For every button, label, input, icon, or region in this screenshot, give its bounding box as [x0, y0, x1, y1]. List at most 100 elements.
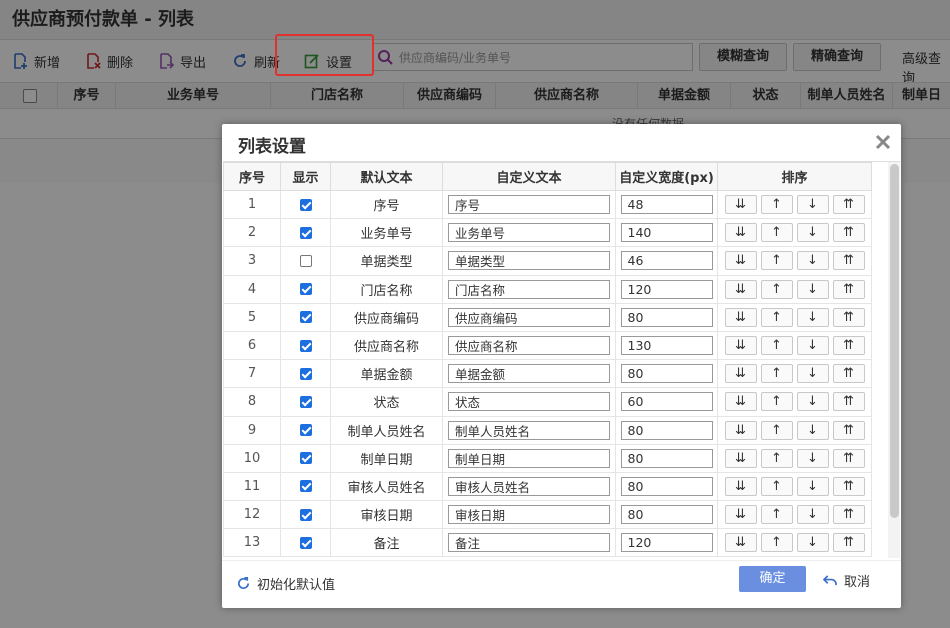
move-top-button[interactable]: ⇊: [724, 279, 757, 299]
move-up-button[interactable]: ↑: [760, 336, 793, 356]
move-up-button[interactable]: ↑: [760, 251, 793, 271]
move-up-button[interactable]: ↑: [760, 533, 793, 553]
cancel-button[interactable]: 取消: [823, 571, 870, 590]
custom-width-input[interactable]: [620, 279, 713, 299]
move-bottom-button[interactable]: ⇈: [832, 448, 865, 468]
move-down-button[interactable]: ↓: [796, 420, 829, 440]
custom-text-input[interactable]: [448, 279, 610, 299]
move-top-button[interactable]: ⇊: [724, 420, 757, 440]
show-checkbox[interactable]: [299, 367, 312, 380]
show-checkbox[interactable]: [299, 536, 312, 549]
show-checkbox[interactable]: [299, 311, 312, 324]
custom-text-input[interactable]: [448, 448, 610, 468]
custom-width-input[interactable]: [620, 420, 713, 440]
move-down-button[interactable]: ↓: [796, 251, 829, 271]
custom-text-input[interactable]: [448, 195, 610, 215]
move-up-button[interactable]: ↑: [760, 307, 793, 327]
move-bottom-button[interactable]: ⇈: [832, 476, 865, 496]
custom-text-input[interactable]: [448, 251, 610, 271]
custom-text-input[interactable]: [448, 392, 610, 412]
scrollbar-thumb[interactable]: [890, 164, 899, 518]
move-bottom-button[interactable]: ⇈: [832, 392, 865, 412]
custom-width-input[interactable]: [620, 533, 713, 553]
move-up-button[interactable]: ↑: [760, 448, 793, 468]
show-checkbox[interactable]: [299, 226, 312, 239]
show-checkbox[interactable]: [299, 395, 312, 408]
custom-text-input[interactable]: [448, 307, 610, 327]
move-down-button[interactable]: ↓: [796, 533, 829, 553]
move-top-button[interactable]: ⇊: [724, 195, 757, 215]
move-top-button[interactable]: ⇊: [724, 476, 757, 496]
show-checkbox[interactable]: [299, 198, 312, 211]
move-bottom-button[interactable]: ⇈: [832, 251, 865, 271]
move-bottom-button[interactable]: ⇈: [832, 195, 865, 215]
custom-text-input[interactable]: [448, 505, 610, 525]
move-bottom-button[interactable]: ⇈: [832, 279, 865, 299]
show-checkbox[interactable]: [299, 424, 312, 437]
move-down-button[interactable]: ↓: [796, 336, 829, 356]
move-down-button[interactable]: ↓: [796, 505, 829, 525]
move-bottom-button[interactable]: ⇈: [832, 307, 865, 327]
move-up-button[interactable]: ↑: [760, 420, 793, 440]
move-down-button[interactable]: ↓: [796, 223, 829, 243]
custom-text-input[interactable]: [448, 533, 610, 553]
show-checkbox[interactable]: [299, 452, 312, 465]
move-bottom-button[interactable]: ⇈: [832, 420, 865, 440]
custom-width-input[interactable]: [620, 448, 713, 468]
move-top-button[interactable]: ⇊: [724, 505, 757, 525]
move-top-button[interactable]: ⇊: [724, 364, 757, 384]
move-bottom-button[interactable]: ⇈: [832, 223, 865, 243]
custom-text-input[interactable]: [448, 364, 610, 384]
move-top-button[interactable]: ⇊: [724, 223, 757, 243]
move-up-button[interactable]: ↑: [760, 279, 793, 299]
ok-button[interactable]: 确定: [739, 566, 806, 592]
custom-width-input[interactable]: [620, 364, 713, 384]
move-down-button[interactable]: ↓: [796, 448, 829, 468]
custom-text-input[interactable]: [448, 336, 610, 356]
custom-width-input[interactable]: [620, 251, 713, 271]
custom-width-cell: [615, 528, 718, 558]
move-down-button[interactable]: ↓: [796, 476, 829, 496]
move-up-button[interactable]: ↑: [760, 195, 793, 215]
move-bottom-button[interactable]: ⇈: [832, 364, 865, 384]
custom-width-input[interactable]: [620, 505, 713, 525]
custom-width-input[interactable]: [620, 476, 713, 496]
reset-defaults-button[interactable]: 初始化默认值: [236, 574, 335, 593]
custom-width-input[interactable]: [620, 195, 713, 215]
move-bottom-button[interactable]: ⇈: [832, 533, 865, 553]
move-bottom-button[interactable]: ⇈: [832, 505, 865, 525]
move-down-button[interactable]: ↓: [796, 307, 829, 327]
custom-width-input[interactable]: [620, 223, 713, 243]
custom-width-input[interactable]: [620, 336, 713, 356]
move-up-button[interactable]: ↑: [760, 476, 793, 496]
move-bottom-button[interactable]: ⇈: [832, 336, 865, 356]
move-top-button[interactable]: ⇊: [724, 392, 757, 412]
move-up-button[interactable]: ↑: [760, 392, 793, 412]
move-top-button[interactable]: ⇊: [724, 251, 757, 271]
move-top-button[interactable]: ⇊: [724, 448, 757, 468]
move-up-button[interactable]: ↑: [760, 505, 793, 525]
custom-text-input[interactable]: [448, 420, 610, 440]
move-up-button[interactable]: ↑: [760, 223, 793, 243]
move-top-button[interactable]: ⇊: [724, 307, 757, 327]
custom-text-input[interactable]: [448, 476, 610, 496]
move-down-button[interactable]: ↓: [796, 279, 829, 299]
show-checkbox[interactable]: [299, 283, 312, 296]
show-checkbox[interactable]: [299, 254, 312, 267]
settings-table: 序号 显示 默认文本 自定义文本 自定义宽度(px) 排序 1序号⇊↑↓⇈2业务…: [223, 162, 872, 558]
show-checkbox[interactable]: [299, 508, 312, 521]
custom-text-input[interactable]: [448, 223, 610, 243]
move-top-button[interactable]: ⇊: [724, 336, 757, 356]
custom-width-input[interactable]: [620, 307, 713, 327]
undo-icon: [823, 575, 837, 586]
move-top-button[interactable]: ⇊: [724, 533, 757, 553]
custom-width-input[interactable]: [620, 392, 713, 412]
show-cell: [280, 443, 331, 473]
close-icon[interactable]: [875, 134, 891, 150]
move-up-button[interactable]: ↑: [760, 364, 793, 384]
show-checkbox[interactable]: [299, 480, 312, 493]
move-down-button[interactable]: ↓: [796, 392, 829, 412]
move-down-button[interactable]: ↓: [796, 364, 829, 384]
move-down-button[interactable]: ↓: [796, 195, 829, 215]
show-checkbox[interactable]: [299, 339, 312, 352]
